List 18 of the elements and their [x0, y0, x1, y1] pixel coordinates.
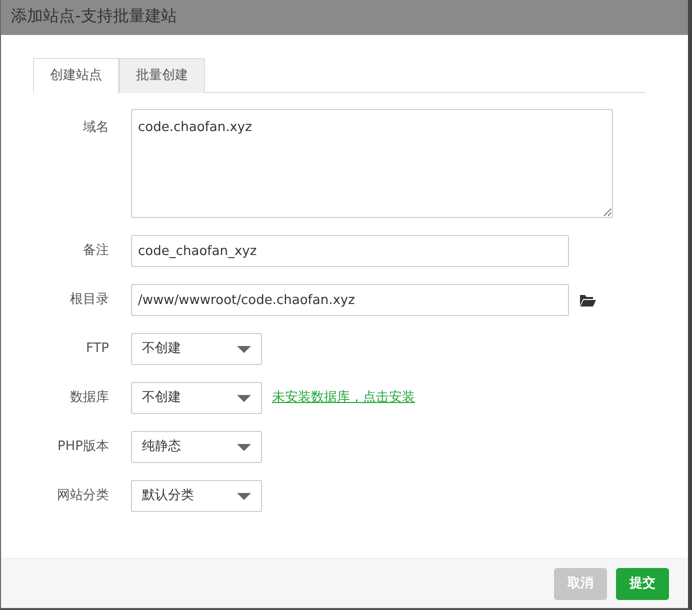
- field-label: 数据库: [69, 389, 109, 408]
- field-label: FTP: [84, 340, 109, 358]
- field-label: 备注: [82, 242, 109, 260]
- tab[interactable]: 创建站点: [33, 58, 119, 93]
- field-label: 网站分类: [56, 487, 109, 506]
- window-title: 添加站点-支持批量建站: [1, 0, 688, 35]
- folder-icon[interactable]: [579, 294, 596, 306]
- select-dropdown[interactable]: 纯静态: [131, 431, 262, 463]
- field-label: PHP版本: [56, 438, 109, 456]
- select-dropdown[interactable]: 不创建: [131, 382, 262, 414]
- tab[interactable]: 批量创建: [119, 58, 205, 93]
- input-field[interactable]: code_chaofan_xyz: [131, 235, 569, 267]
- select-dropdown[interactable]: 默认分类: [131, 480, 262, 512]
- input-field[interactable]: code.chaofan.xyz: [131, 109, 613, 218]
- select-dropdown[interactable]: 不创建: [131, 333, 262, 365]
- field-label: 域名: [82, 119, 109, 137]
- field-label: 根目录: [69, 291, 109, 310]
- input-field[interactable]: /www/wwwroot/code.chaofan.xyz: [131, 284, 569, 316]
